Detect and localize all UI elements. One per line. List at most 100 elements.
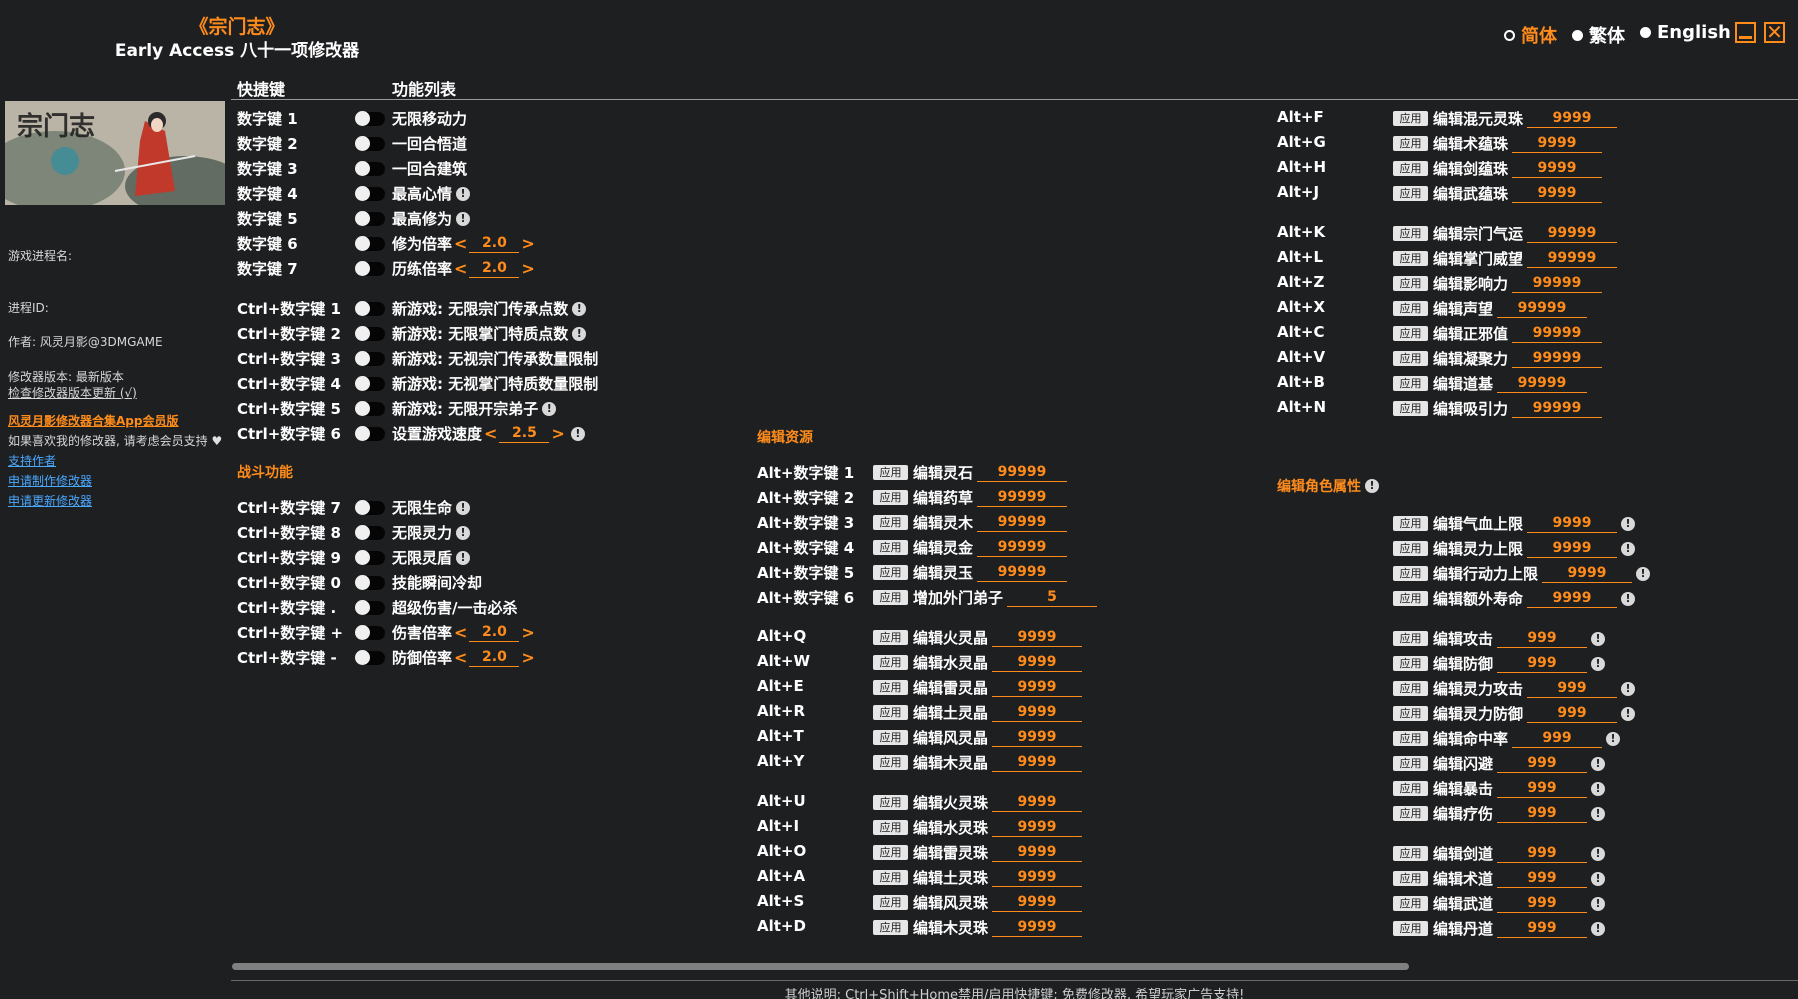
apply-button[interactable]: 应用 xyxy=(1393,136,1428,151)
value-input[interactable]: 9999 xyxy=(1527,515,1618,533)
value-input[interactable]: 99999 xyxy=(977,489,1068,507)
apply-button[interactable]: 应用 xyxy=(1393,376,1428,391)
decrease-arrow-icon[interactable]: < xyxy=(454,623,467,642)
increase-arrow-icon[interactable]: > xyxy=(521,623,534,642)
value-input[interactable]: 99999 xyxy=(1527,250,1618,268)
feature-toggle[interactable] xyxy=(355,326,385,341)
lang-english-option[interactable]: English xyxy=(1640,22,1731,43)
feature-toggle[interactable] xyxy=(355,236,385,251)
value-input[interactable]: 9999 xyxy=(992,819,1083,837)
increase-arrow-icon[interactable]: > xyxy=(551,424,564,443)
apply-button[interactable]: 应用 xyxy=(1393,781,1428,796)
info-icon[interactable]: ! xyxy=(1591,631,1606,646)
info-icon[interactable]: ! xyxy=(1591,756,1606,771)
app-promo-link[interactable]: 风灵月影修改器合集App会员版 xyxy=(8,412,178,429)
value-input[interactable]: 9999 xyxy=(992,794,1083,812)
feature-toggle[interactable] xyxy=(355,351,385,366)
value-input[interactable]: 9999 xyxy=(992,729,1083,747)
info-icon[interactable]: ! xyxy=(1365,479,1379,493)
feature-toggle[interactable] xyxy=(355,550,385,565)
apply-button[interactable]: 应用 xyxy=(873,920,908,935)
decrease-arrow-icon[interactable]: < xyxy=(454,234,467,253)
apply-button[interactable]: 应用 xyxy=(1393,681,1428,696)
request-update-link[interactable]: 申请更新修改器 xyxy=(8,492,92,509)
feature-toggle[interactable] xyxy=(355,161,385,176)
value-input[interactable]: 999 xyxy=(1497,630,1588,648)
value-input[interactable]: 99999 xyxy=(977,464,1068,482)
decrease-arrow-icon[interactable]: < xyxy=(454,648,467,667)
feature-toggle[interactable] xyxy=(355,301,385,316)
apply-button[interactable]: 应用 xyxy=(1393,186,1428,201)
info-icon[interactable]: ! xyxy=(570,426,585,441)
info-icon[interactable]: ! xyxy=(1621,681,1636,696)
increase-arrow-icon[interactable]: > xyxy=(521,648,534,667)
value-input[interactable]: 99999 xyxy=(1497,300,1588,318)
feature-toggle[interactable] xyxy=(355,376,385,391)
multiplier-value-input[interactable]: 2.0 xyxy=(469,649,520,667)
value-input[interactable]: 999 xyxy=(1527,705,1618,723)
value-input[interactable]: 999 xyxy=(1497,780,1588,798)
info-icon[interactable]: ! xyxy=(1591,806,1606,821)
value-input[interactable]: 999 xyxy=(1497,755,1588,773)
value-input[interactable]: 999 xyxy=(1512,730,1603,748)
info-icon[interactable]: ! xyxy=(456,500,471,515)
multiplier-value-input[interactable]: 2.0 xyxy=(469,235,520,253)
close-button[interactable]: ✕ xyxy=(1764,22,1785,43)
apply-button[interactable]: 应用 xyxy=(873,540,908,555)
info-icon[interactable]: ! xyxy=(456,186,471,201)
value-input[interactable]: 9999 xyxy=(1527,590,1618,608)
value-input[interactable]: 999 xyxy=(1497,845,1588,863)
apply-button[interactable]: 应用 xyxy=(873,870,908,885)
info-icon[interactable]: ! xyxy=(1591,896,1606,911)
feature-toggle[interactable] xyxy=(355,136,385,151)
request-make-link[interactable]: 申请制作修改器 xyxy=(8,472,92,489)
apply-button[interactable]: 应用 xyxy=(1393,656,1428,671)
info-icon[interactable]: ! xyxy=(1591,921,1606,936)
info-icon[interactable]: ! xyxy=(542,401,557,416)
value-input[interactable]: 99999 xyxy=(1527,225,1618,243)
apply-button[interactable]: 应用 xyxy=(1393,846,1428,861)
value-input[interactable]: 9999 xyxy=(992,844,1083,862)
apply-button[interactable]: 应用 xyxy=(1393,276,1428,291)
value-input[interactable]: 99999 xyxy=(1512,400,1603,418)
value-input[interactable]: 9999 xyxy=(992,894,1083,912)
support-author-link[interactable]: 支持作者 xyxy=(8,452,56,469)
value-input[interactable]: 9999 xyxy=(992,704,1083,722)
value-input[interactable]: 99999 xyxy=(1497,375,1588,393)
value-input[interactable]: 9999 xyxy=(992,654,1083,672)
apply-button[interactable]: 应用 xyxy=(1393,631,1428,646)
horizontal-scrollbar[interactable] xyxy=(232,963,1409,970)
value-input[interactable]: 999 xyxy=(1527,680,1618,698)
apply-button[interactable]: 应用 xyxy=(1393,226,1428,241)
apply-button[interactable]: 应用 xyxy=(1393,516,1428,531)
apply-button[interactable]: 应用 xyxy=(873,730,908,745)
apply-button[interactable]: 应用 xyxy=(873,565,908,580)
value-input[interactable]: 9999 xyxy=(1527,540,1618,558)
apply-button[interactable]: 应用 xyxy=(1393,871,1428,886)
value-input[interactable]: 99999 xyxy=(977,514,1068,532)
increase-arrow-icon[interactable]: > xyxy=(521,259,534,278)
apply-button[interactable]: 应用 xyxy=(873,755,908,770)
feature-toggle[interactable] xyxy=(355,261,385,276)
value-input[interactable]: 9999 xyxy=(992,754,1083,772)
value-input[interactable]: 9999 xyxy=(1512,135,1603,153)
apply-button[interactable]: 应用 xyxy=(1393,591,1428,606)
apply-button[interactable]: 应用 xyxy=(1393,921,1428,936)
apply-button[interactable]: 应用 xyxy=(1393,706,1428,721)
info-icon[interactable]: ! xyxy=(1591,846,1606,861)
apply-button[interactable]: 应用 xyxy=(873,515,908,530)
apply-button[interactable]: 应用 xyxy=(873,705,908,720)
feature-toggle[interactable] xyxy=(355,401,385,416)
decrease-arrow-icon[interactable]: < xyxy=(454,259,467,278)
multiplier-value-input[interactable]: 2.5 xyxy=(499,425,550,443)
apply-button[interactable]: 应用 xyxy=(1393,896,1428,911)
apply-button[interactable]: 应用 xyxy=(1393,566,1428,581)
apply-button[interactable]: 应用 xyxy=(873,845,908,860)
value-input[interactable]: 999 xyxy=(1497,805,1588,823)
value-input[interactable]: 999 xyxy=(1497,655,1588,673)
value-input[interactable]: 9999 xyxy=(1512,185,1603,203)
decrease-arrow-icon[interactable]: < xyxy=(484,424,497,443)
info-icon[interactable]: ! xyxy=(1621,706,1636,721)
apply-button[interactable]: 应用 xyxy=(1393,731,1428,746)
info-icon[interactable]: ! xyxy=(572,301,587,316)
